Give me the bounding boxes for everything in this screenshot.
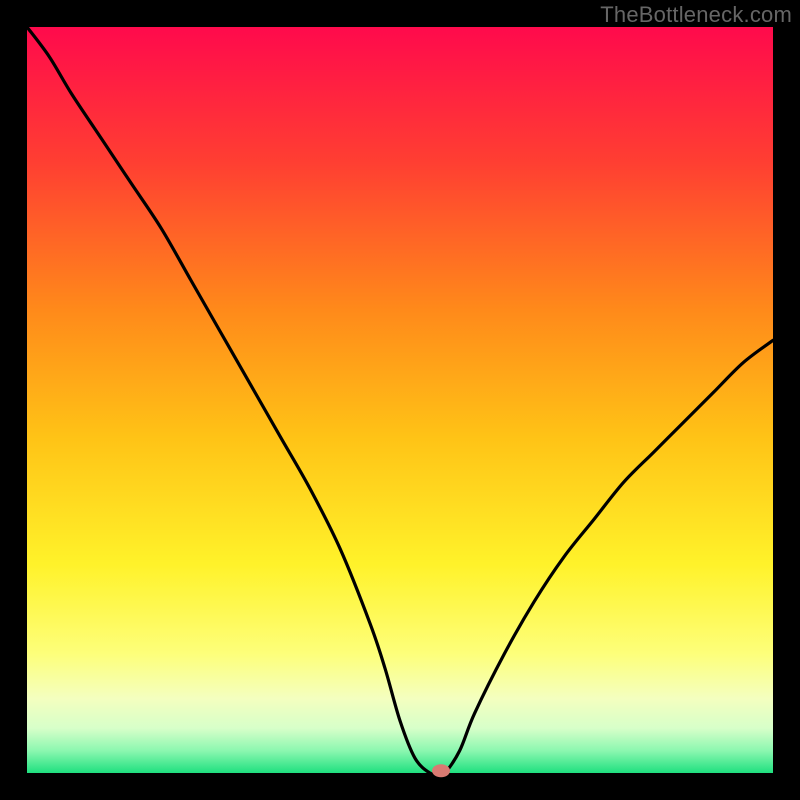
watermark-text: TheBottleneck.com [600,2,792,28]
chart-frame: TheBottleneck.com [0,0,800,800]
gradient-background [27,27,773,773]
bottleneck-chart [0,0,800,800]
optimum-marker [432,764,450,777]
